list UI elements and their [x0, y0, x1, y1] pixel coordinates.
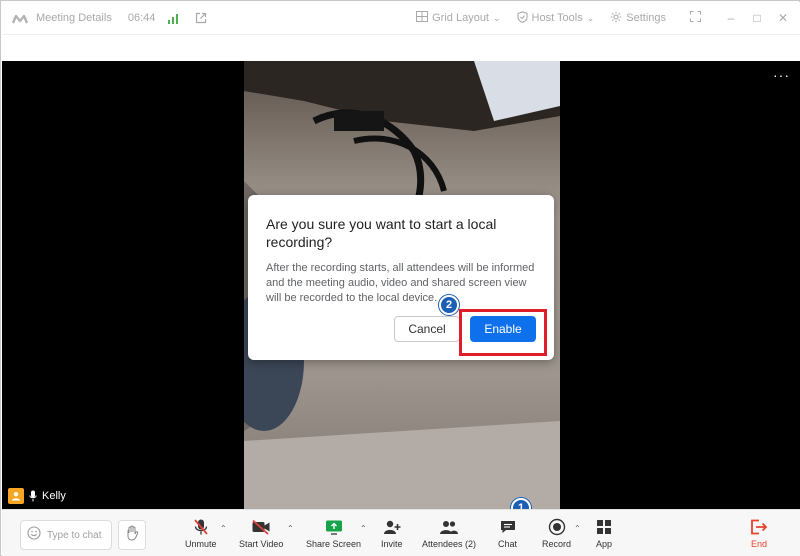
- share-screen-icon: [325, 518, 343, 536]
- start-video-label: Start Video: [239, 539, 284, 549]
- meeting-timer: 06:44: [127, 12, 156, 24]
- header-spacer: [2, 34, 800, 61]
- invite-label: Invite: [381, 539, 403, 549]
- meeting-toolbar: Type to chat Unmute ⌃ Start Video ⌃ Shar…: [2, 509, 800, 556]
- host-tools-label: Host Tools: [531, 12, 583, 24]
- start-video-button[interactable]: Start Video: [239, 518, 283, 549]
- leave-icon: [750, 518, 768, 536]
- title-bar: Meeting Details 06:44 Grid Layout ⌄ Host…: [2, 2, 800, 34]
- end-button[interactable]: End: [750, 518, 768, 549]
- attendees-label: Attendees (2): [422, 539, 477, 549]
- user-avatar-icon: [8, 488, 24, 504]
- invite-button[interactable]: Invite: [381, 518, 403, 549]
- record-options-chevron-icon[interactable]: ⌃: [574, 524, 581, 533]
- settings-button[interactable]: Settings: [610, 11, 666, 26]
- share-options-chevron-icon[interactable]: ⌃: [360, 524, 367, 533]
- record-icon: [548, 518, 566, 536]
- record-button[interactable]: Record: [542, 518, 571, 549]
- share-link-icon[interactable]: [195, 12, 207, 24]
- close-icon[interactable]: ✕: [770, 11, 796, 25]
- step-2-badge: 2: [439, 295, 459, 315]
- emoji-icon[interactable]: [27, 525, 41, 545]
- fullscreen-icon[interactable]: [682, 11, 708, 25]
- participant-name-tag: Kelly: [8, 488, 66, 504]
- minimize-icon[interactable]: –: [718, 11, 744, 25]
- raise-hand-button[interactable]: [118, 520, 146, 550]
- video-off-icon: [251, 518, 271, 536]
- dialog-message: After the recording starts, all attendee…: [266, 262, 535, 304]
- meeting-details-link[interactable]: Meeting Details: [36, 12, 112, 24]
- maximize-icon[interactable]: □: [744, 11, 770, 25]
- end-label: End: [750, 539, 767, 549]
- host-tools-button[interactable]: Host Tools ⌄: [516, 10, 595, 26]
- record-label: Record: [542, 539, 572, 549]
- chat-placeholder: Type to chat: [47, 529, 102, 541]
- gear-icon: [610, 11, 622, 26]
- chat-label: Chat: [498, 539, 518, 549]
- shield-icon: [516, 10, 528, 26]
- apps-grid-icon: [596, 518, 612, 536]
- attendees-icon: [439, 518, 459, 536]
- chat-bubble-icon: [499, 518, 517, 536]
- unmute-button[interactable]: Unmute: [185, 518, 217, 549]
- settings-label: Settings: [626, 12, 666, 24]
- chevron-down-icon: ⌄: [493, 12, 501, 23]
- dialog-title: Are you sure you want to start a local r…: [266, 216, 497, 250]
- grid-layout-button[interactable]: Grid Layout ⌄: [416, 11, 501, 25]
- audio-options-chevron-icon[interactable]: ⌃: [220, 524, 227, 533]
- grid-layout-label: Grid Layout: [432, 12, 489, 24]
- muted-microphone-icon: [192, 518, 210, 536]
- chat-button[interactable]: Chat: [498, 518, 517, 549]
- attendees-button[interactable]: Attendees (2): [422, 518, 476, 549]
- chevron-down-icon: ⌄: [586, 12, 595, 23]
- video-options-chevron-icon[interactable]: ⌃: [287, 524, 294, 533]
- app-logo-icon: [11, 12, 29, 24]
- meeting-window: Meeting Details 06:44 Grid Layout ⌄ Host…: [0, 0, 800, 556]
- grid-icon: [416, 11, 429, 25]
- share-screen-button[interactable]: Share Screen: [306, 518, 361, 549]
- share-screen-label: Share Screen: [306, 539, 362, 549]
- chat-input[interactable]: Type to chat: [20, 520, 112, 550]
- enable-highlight-box: [459, 309, 547, 356]
- more-options-icon[interactable]: ···: [773, 67, 790, 83]
- cancel-button[interactable]: Cancel: [394, 316, 460, 342]
- unmute-label: Unmute: [185, 539, 217, 549]
- add-user-icon: [383, 518, 401, 536]
- app-label: App: [596, 539, 613, 549]
- microphone-icon: [28, 489, 38, 503]
- participant-name: Kelly: [42, 490, 66, 502]
- app-button[interactable]: App: [596, 518, 612, 549]
- signal-strength-icon[interactable]: [167, 13, 179, 24]
- hand-icon: [124, 525, 140, 546]
